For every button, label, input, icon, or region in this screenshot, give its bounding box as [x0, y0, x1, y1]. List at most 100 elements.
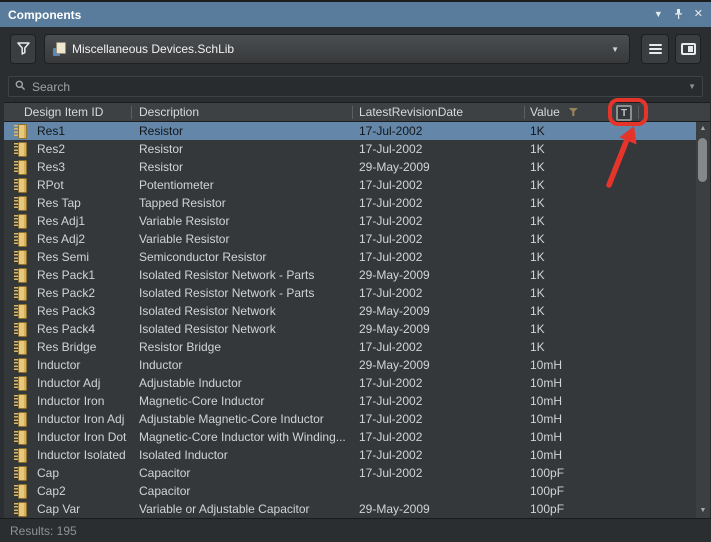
vertical-scrollbar[interactable]: ▲▼: [696, 122, 710, 518]
latest-revision-date: 29-May-2009: [352, 502, 524, 516]
value-filter-funnel-icon[interactable]: [569, 108, 578, 116]
design-item-id: RPot: [37, 178, 64, 192]
description: Variable Resistor: [131, 214, 352, 228]
design-item-id: Cap Var: [37, 502, 80, 516]
table-row[interactable]: Inductor Adj Adjustable Inductor 17-Jul-…: [4, 374, 696, 392]
scroll-up-icon[interactable]: ▲: [696, 123, 710, 135]
table-row[interactable]: Cap Var Variable or Adjustable Capacitor…: [4, 500, 696, 518]
component-icon: [14, 196, 28, 211]
description: Capacitor: [131, 484, 352, 498]
latest-revision-date: 17-Jul-2002: [352, 376, 524, 390]
table-row[interactable]: Res Adj2 Variable Resistor 17-Jul-2002 1…: [4, 230, 696, 248]
table-row[interactable]: Res Semi Semiconductor Resistor 17-Jul-2…: [4, 248, 696, 266]
table-row[interactable]: Inductor Iron Dot Magnetic-Core Inductor…: [4, 428, 696, 446]
close-icon[interactable]: ✕: [694, 9, 703, 20]
table-row[interactable]: Inductor Inductor 29-May-2009 10mH: [4, 356, 696, 374]
table-row[interactable]: RPot Potentiometer 17-Jul-2002 1K: [4, 176, 696, 194]
components-panel: Components ▼ ✕ Miscellaneous Devices.Sch…: [0, 0, 711, 542]
table-row[interactable]: Res Pack1 Isolated Resistor Network - Pa…: [4, 266, 696, 284]
value: 1K: [524, 250, 696, 264]
component-icon: [14, 286, 28, 301]
table-row[interactable]: Res Bridge Resistor Bridge 17-Jul-2002 1…: [4, 338, 696, 356]
scrollbar-thumb[interactable]: [698, 138, 707, 182]
column-header-description[interactable]: Description: [131, 103, 352, 121]
filter-button[interactable]: [10, 34, 36, 64]
table-row[interactable]: Res Adj1 Variable Resistor 17-Jul-2002 1…: [4, 212, 696, 230]
latest-revision-date: 17-Jul-2002: [352, 448, 524, 462]
value: 1K: [524, 322, 696, 336]
design-item-id: Res Tap: [37, 196, 81, 210]
panel-menu-chevron-icon[interactable]: ▼: [654, 10, 663, 19]
component-icon: [14, 358, 28, 373]
value: 1K: [524, 232, 696, 246]
table-row[interactable]: Res Pack2 Isolated Resistor Network - Pa…: [4, 284, 696, 302]
design-item-id: Res Semi: [37, 250, 89, 264]
value: 1K: [524, 268, 696, 282]
table-row[interactable]: Cap Capacitor 17-Jul-2002 100pF: [4, 464, 696, 482]
value: 1K: [524, 142, 696, 156]
column-header-design-item-id[interactable]: Design Item ID: [4, 103, 131, 121]
design-item-id: Cap: [37, 466, 59, 480]
status-bar: Results: 195: [0, 518, 711, 542]
table-body: Res1 Resistor 17-Jul-2002 1K Res2 Resist…: [4, 122, 710, 518]
latest-revision-date: 17-Jul-2002: [352, 340, 524, 354]
table-row[interactable]: Res Pack3 Isolated Resistor Network 29-M…: [4, 302, 696, 320]
value: 1K: [524, 160, 696, 174]
description: Isolated Inductor: [131, 448, 352, 462]
design-item-id: Cap2: [37, 484, 66, 498]
split-panel-icon: [681, 43, 696, 55]
table-row[interactable]: Inductor Iron Adj Adjustable Magnetic-Co…: [4, 410, 696, 428]
design-item-id: Inductor: [37, 358, 80, 372]
design-item-id: Res Adj2: [37, 232, 85, 246]
description: Resistor Bridge: [131, 340, 352, 354]
table-row[interactable]: Cap2 Capacitor 100pF: [4, 482, 696, 500]
list-view-menu-button[interactable]: [641, 34, 669, 64]
design-item-id: Inductor Iron: [37, 394, 104, 408]
panel-titlebar: Components ▼ ✕: [0, 0, 711, 27]
boxed-t-icon: T: [621, 108, 627, 119]
component-icon: [14, 430, 28, 445]
latest-revision-date: 17-Jul-2002: [352, 250, 524, 264]
component-icon: [14, 160, 28, 175]
table-row[interactable]: Res Tap Tapped Resistor 17-Jul-2002 1K: [4, 194, 696, 212]
table-row[interactable]: Res2 Resistor 17-Jul-2002 1K: [4, 140, 696, 158]
table-row[interactable]: Inductor Iron Magnetic-Core Inductor 17-…: [4, 392, 696, 410]
component-icon: [14, 448, 28, 463]
value: 10mH: [524, 376, 696, 390]
search-history-chevron-icon[interactable]: ▼: [688, 82, 696, 91]
toolbar: Miscellaneous Devices.SchLib ▼: [0, 27, 711, 71]
table-row[interactable]: Res1 Resistor 17-Jul-2002 1K: [4, 122, 696, 140]
column-chooser-button[interactable]: T: [616, 105, 632, 121]
design-item-id: Res Pack2: [37, 286, 95, 300]
value: 10mH: [524, 412, 696, 426]
component-icon: [14, 250, 28, 265]
search-bar[interactable]: ▼: [8, 76, 703, 97]
table-row[interactable]: Inductor Isolated Isolated Inductor 17-J…: [4, 446, 696, 464]
value: 1K: [524, 124, 696, 138]
component-icon: [14, 124, 28, 139]
description: Potentiometer: [131, 178, 352, 192]
description: Variable Resistor: [131, 232, 352, 246]
latest-revision-date: 17-Jul-2002: [352, 124, 524, 138]
component-icon: [14, 322, 28, 337]
component-icon: [14, 466, 28, 481]
design-item-id: Inductor Adj: [37, 376, 100, 390]
design-item-id: Res Pack1: [37, 268, 95, 282]
value: 1K: [524, 214, 696, 228]
component-icon: [14, 376, 28, 391]
pin-icon[interactable]: [673, 8, 684, 22]
library-selector[interactable]: Miscellaneous Devices.SchLib ▼: [44, 34, 630, 64]
search-input[interactable]: [32, 80, 688, 94]
description: Isolated Resistor Network - Parts: [131, 286, 352, 300]
column-header-latest-revision-date[interactable]: LatestRevisionDate: [352, 103, 524, 121]
description: Resistor: [131, 160, 352, 174]
table-row[interactable]: Res3 Resistor 29-May-2009 1K: [4, 158, 696, 176]
description: Capacitor: [131, 466, 352, 480]
scroll-down-icon[interactable]: ▼: [696, 505, 710, 517]
component-icon: [14, 304, 28, 319]
component-icon: [14, 484, 28, 499]
table-row[interactable]: Res Pack4 Isolated Resistor Network 29-M…: [4, 320, 696, 338]
latest-revision-date: 17-Jul-2002: [352, 214, 524, 228]
design-item-id: Inductor Isolated: [37, 448, 126, 462]
panel-layout-button[interactable]: [675, 34, 701, 64]
